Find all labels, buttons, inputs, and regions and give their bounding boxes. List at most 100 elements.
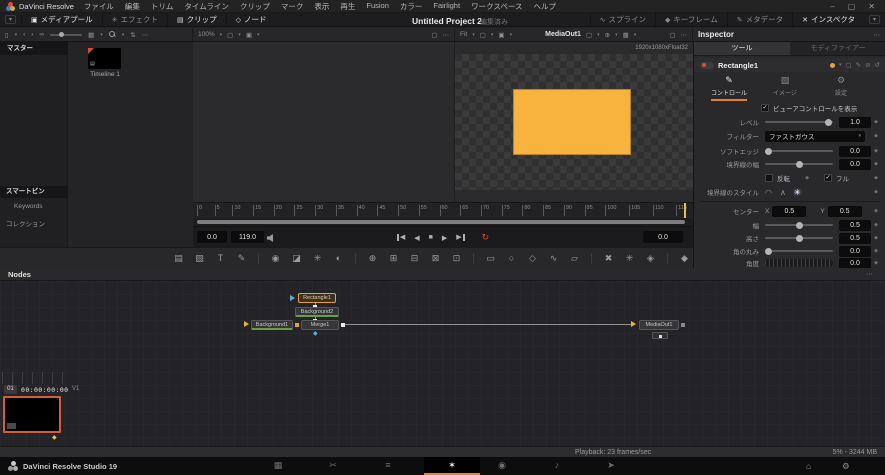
soft-edge-slider[interactable] bbox=[765, 147, 833, 155]
project-settings-icon[interactable]: ⚙ bbox=[842, 461, 850, 472]
keyframe-icon[interactable]: ◆ bbox=[871, 148, 881, 154]
keyframe-icon[interactable]: ◆ bbox=[871, 161, 881, 167]
timeline-scrollbar[interactable] bbox=[193, 218, 693, 226]
channel-booleans-tool-icon[interactable]: ⊟ bbox=[409, 253, 420, 264]
keyframe-icon[interactable]: ◆ bbox=[871, 260, 881, 266]
page-edit-icon[interactable]: ≡ bbox=[378, 460, 398, 470]
rectangle-mask-tool-icon[interactable]: ▭ bbox=[485, 253, 496, 264]
solid-checkbox[interactable]: ✓ bbox=[824, 174, 832, 182]
minimize-icon[interactable]: – bbox=[830, 2, 834, 11]
corner-radius-value[interactable]: 0.0 bbox=[839, 245, 871, 257]
viewed-node-name[interactable]: MediaOut1 bbox=[545, 31, 581, 38]
node-connector[interactable] bbox=[341, 323, 345, 327]
forward-bin-icon[interactable]: › bbox=[31, 31, 33, 38]
image-plane-3d-tool-icon[interactable]: ◆ bbox=[679, 253, 690, 264]
effects-toggle[interactable]: ✳ エフェクト bbox=[101, 13, 167, 26]
timeline-clip-name[interactable]: Timeline 1 bbox=[80, 71, 130, 78]
keyframe-icon[interactable]: ◆ bbox=[871, 235, 881, 241]
corner-radius-slider[interactable] bbox=[765, 247, 833, 255]
paint-tool-icon[interactable]: ✎ bbox=[236, 253, 247, 264]
keyframe-icon[interactable]: ◆ bbox=[871, 189, 881, 195]
bspline-mask-tool-icon[interactable]: ∿ bbox=[548, 253, 559, 264]
menu-fairlight[interactable]: Fairlight bbox=[433, 1, 460, 12]
current-clip-thumbnail[interactable] bbox=[3, 396, 61, 433]
menu-timeline[interactable]: タイムライン bbox=[184, 1, 228, 12]
page-deliver-icon[interactable]: ➤ bbox=[601, 460, 621, 471]
node-connector[interactable] bbox=[295, 323, 299, 327]
ellipse-mask-tool-icon[interactable]: ○ bbox=[506, 253, 517, 263]
matte-control-tool-icon[interactable]: ⊞ bbox=[388, 253, 399, 264]
node-mediaout1[interactable]: MediaOut1 bbox=[639, 320, 679, 330]
tracker-tool-icon[interactable]: ✖ bbox=[603, 253, 614, 264]
inspector-toggle[interactable]: ✕ インスペクタ bbox=[792, 13, 864, 26]
border-width-slider[interactable] bbox=[765, 160, 833, 168]
version-color-dot[interactable] bbox=[829, 62, 835, 68]
media-pool-toggle[interactable]: ▣ メディアプール bbox=[21, 13, 102, 26]
menu-playback[interactable]: 再生 bbox=[340, 1, 355, 12]
sort-icon[interactable]: ⇅ bbox=[130, 31, 135, 39]
left-viewer-more-icon[interactable]: ⋯ bbox=[443, 31, 450, 39]
menu-view[interactable]: 表示 bbox=[314, 1, 329, 12]
pin-icon[interactable]: ✎ bbox=[856, 61, 861, 69]
keyframe-icon[interactable]: ◆ bbox=[871, 175, 881, 181]
menu-trim[interactable]: トリム bbox=[151, 1, 174, 12]
metadata-toggle[interactable]: ✎ メタデータ bbox=[726, 13, 792, 26]
project-manager-icon[interactable]: ⌂ bbox=[806, 461, 811, 471]
keyframe-icon[interactable]: ◆ bbox=[802, 175, 812, 181]
height-value[interactable]: 0.5 bbox=[839, 232, 871, 244]
left-viewer[interactable] bbox=[193, 42, 455, 202]
delta-keyer-tool-icon[interactable]: ⊡ bbox=[451, 253, 462, 264]
magic-mask-tool-icon[interactable]: ▱ bbox=[569, 253, 580, 264]
color-keyer-tool-icon[interactable]: ⊠ bbox=[430, 253, 441, 264]
subtab-settings[interactable]: ⚙ 設定 bbox=[820, 75, 862, 101]
left-viewer-expand-icon[interactable]: ▢ bbox=[431, 31, 437, 39]
right-viewer[interactable]: 1920x1080xFloat32 bbox=[455, 42, 693, 202]
clips-toggle[interactable]: ▤ クリップ bbox=[167, 13, 226, 26]
thumbnail-size-slider[interactable] bbox=[50, 31, 83, 37]
right-viewer-fit[interactable]: Fit bbox=[460, 31, 467, 38]
node-connector[interactable] bbox=[681, 323, 685, 327]
menu-edit[interactable]: 編集 bbox=[125, 1, 140, 12]
color-space-icon[interactable]: ⊕ bbox=[605, 31, 610, 39]
center-x-value[interactable]: 0.5 bbox=[772, 205, 807, 217]
reset-icon[interactable]: ↺ bbox=[875, 61, 880, 69]
close-icon[interactable]: ✕ bbox=[868, 2, 875, 11]
angle-dial[interactable] bbox=[765, 259, 833, 267]
keyframe-icon[interactable]: ◆ bbox=[871, 248, 881, 254]
merge-tool-icon[interactable]: ⊕ bbox=[367, 253, 378, 264]
menu-mark[interactable]: マーク bbox=[281, 1, 304, 12]
current-frame-field[interactable]: 0.0 bbox=[643, 231, 683, 243]
color-curves-tool-icon[interactable]: ◪ bbox=[291, 253, 302, 264]
subtab-image[interactable]: ▨ イメージ bbox=[764, 75, 806, 101]
spline-toggle[interactable]: ∿ スプライン bbox=[589, 13, 655, 26]
width-value[interactable]: 0.5 bbox=[839, 219, 871, 231]
background-tool-icon[interactable]: ▤ bbox=[173, 253, 184, 264]
go-to-first-frame-button[interactable]: ◀ bbox=[396, 234, 405, 241]
inspector-tab-tools[interactable]: ツール bbox=[694, 42, 790, 55]
center-y-value[interactable]: 0.5 bbox=[827, 205, 862, 217]
page-fairlight-icon[interactable]: ♪ bbox=[547, 460, 567, 470]
right-viewer-channel-icon[interactable]: ▢ bbox=[480, 31, 486, 39]
filter-dropdown[interactable]: ファストガウス ▾ bbox=[765, 130, 865, 142]
border-style-sharp-icon[interactable]: ∧ bbox=[780, 188, 786, 197]
menu-fusion[interactable]: Fusion bbox=[366, 1, 389, 12]
soft-edge-value[interactable]: 0.0 bbox=[839, 145, 871, 157]
page-color-icon[interactable]: ◉ bbox=[492, 460, 512, 471]
menu-workspace[interactable]: ワークスペース bbox=[471, 1, 522, 12]
timeline-clip-thumbnail[interactable]: ▤ bbox=[88, 48, 121, 69]
left-viewer-zoom[interactable]: 100% bbox=[198, 31, 215, 38]
collapse-ui-left-button[interactable]: ▾ bbox=[5, 15, 17, 24]
versions-icon[interactable]: ▢ bbox=[845, 61, 851, 69]
keyframe-icon[interactable]: ◆ bbox=[871, 222, 881, 228]
mask-input-icon[interactable] bbox=[290, 295, 295, 301]
left-viewer-channel-icon[interactable]: ▢ bbox=[227, 31, 233, 39]
guides-icon[interactable]: ▦ bbox=[623, 31, 629, 39]
angle-value[interactable]: 0.0 bbox=[839, 257, 871, 269]
node-rectangle1[interactable]: Rectangle1 bbox=[298, 293, 336, 303]
height-slider[interactable] bbox=[765, 234, 833, 242]
node-background2[interactable]: Background2 bbox=[295, 307, 339, 317]
node-input-icon[interactable] bbox=[244, 321, 249, 327]
hue-curves-tool-icon[interactable]: ◐ bbox=[333, 253, 344, 263]
collapse-ui-right-button[interactable]: ▾ bbox=[868, 15, 880, 24]
node-background1[interactable]: Background1 bbox=[251, 320, 293, 330]
